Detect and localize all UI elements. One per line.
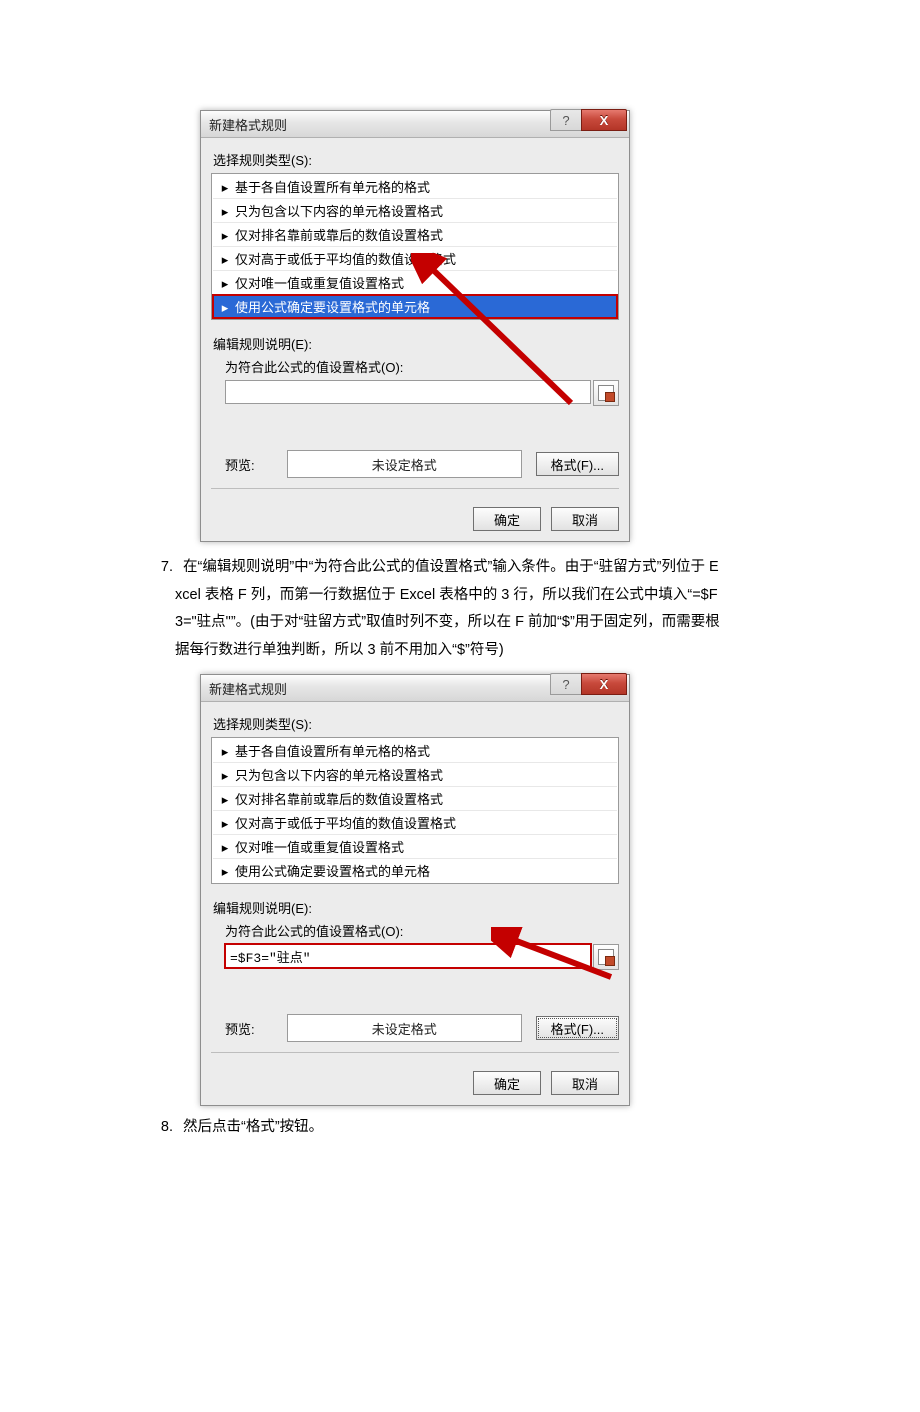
preview-label: 预览:: [225, 1019, 273, 1038]
close-button[interactable]: X: [581, 673, 627, 695]
titlebar: 新建格式规则 ? X: [201, 675, 629, 702]
edit-rule-label: 编辑规则说明(E):: [213, 898, 619, 917]
range-select-button[interactable]: [593, 380, 619, 406]
format-button[interactable]: 格式(F)...: [536, 452, 619, 476]
formula-label: 为符合此公式的值设置格式(O):: [225, 357, 619, 376]
rule-type-list[interactable]: ▸基于各自值设置所有单元格的格式 ▸只为包含以下内容的单元格设置格式 ▸仅对排名…: [211, 173, 619, 320]
help-button[interactable]: ?: [550, 109, 581, 131]
new-rule-dialog: 新建格式规则 ? X 选择规则类型(S): ▸基于各自值设置所有单元格的格式 ▸…: [200, 110, 630, 542]
list-item[interactable]: ▸只为包含以下内容的单元格设置格式: [213, 199, 617, 223]
dialog-title: 新建格式规则: [209, 115, 287, 134]
select-rule-type-label: 选择规则类型(S):: [213, 714, 619, 733]
dialog-title: 新建格式规则: [209, 679, 287, 698]
range-select-button[interactable]: [593, 944, 619, 970]
new-rule-dialog-2: 新建格式规则 ? X 选择规则类型(S): ▸基于各自值设置所有单元格的格式 ▸…: [200, 674, 630, 1106]
edit-rule-label: 编辑规则说明(E):: [213, 334, 619, 353]
list-item[interactable]: ▸仅对唯一值或重复值设置格式: [213, 271, 617, 295]
list-item[interactable]: ▸仅对高于或低于平均值的数值设置格式: [213, 247, 617, 271]
step-7-text: 7.在“编辑规则说明”中“为符合此公式的值设置格式”输入条件。由于“驻留方式”列…: [175, 554, 720, 664]
help-button[interactable]: ?: [550, 673, 581, 695]
close-button[interactable]: X: [581, 109, 627, 131]
range-icon: [598, 949, 614, 965]
list-item[interactable]: ▸仅对高于或低于平均值的数值设置格式: [213, 811, 617, 835]
list-item[interactable]: ▸使用公式确定要设置格式的单元格: [213, 859, 617, 882]
list-item[interactable]: ▸仅对排名靠前或靠后的数值设置格式: [213, 787, 617, 811]
list-item[interactable]: ▸仅对排名靠前或靠后的数值设置格式: [213, 223, 617, 247]
list-item[interactable]: ▸仅对唯一值或重复值设置格式: [213, 835, 617, 859]
select-rule-type-label: 选择规则类型(S):: [213, 150, 619, 169]
list-item[interactable]: ▸基于各自值设置所有单元格的格式: [213, 175, 617, 199]
formula-label: 为符合此公式的值设置格式(O):: [225, 921, 619, 940]
rule-type-list[interactable]: ▸基于各自值设置所有单元格的格式 ▸只为包含以下内容的单元格设置格式 ▸仅对排名…: [211, 737, 619, 884]
range-icon: [598, 385, 614, 401]
list-item-selected[interactable]: ▸使用公式确定要设置格式的单元格: [213, 295, 617, 318]
titlebar: 新建格式规则 ? X: [201, 111, 629, 138]
list-item[interactable]: ▸基于各自值设置所有单元格的格式: [213, 739, 617, 763]
formula-input[interactable]: [225, 380, 591, 404]
preview-box: 未设定格式: [287, 450, 522, 478]
list-item[interactable]: ▸只为包含以下内容的单元格设置格式: [213, 763, 617, 787]
preview-label: 预览:: [225, 455, 273, 474]
step-8-text: 8.然后点击“格式”按钮。: [175, 1114, 720, 1142]
format-button[interactable]: 格式(F)...: [536, 1016, 619, 1040]
formula-input[interactable]: [225, 944, 591, 968]
ok-button[interactable]: 确定: [473, 507, 541, 531]
preview-box: 未设定格式: [287, 1014, 522, 1042]
ok-button[interactable]: 确定: [473, 1071, 541, 1095]
cancel-button[interactable]: 取消: [551, 1071, 619, 1095]
cancel-button[interactable]: 取消: [551, 507, 619, 531]
